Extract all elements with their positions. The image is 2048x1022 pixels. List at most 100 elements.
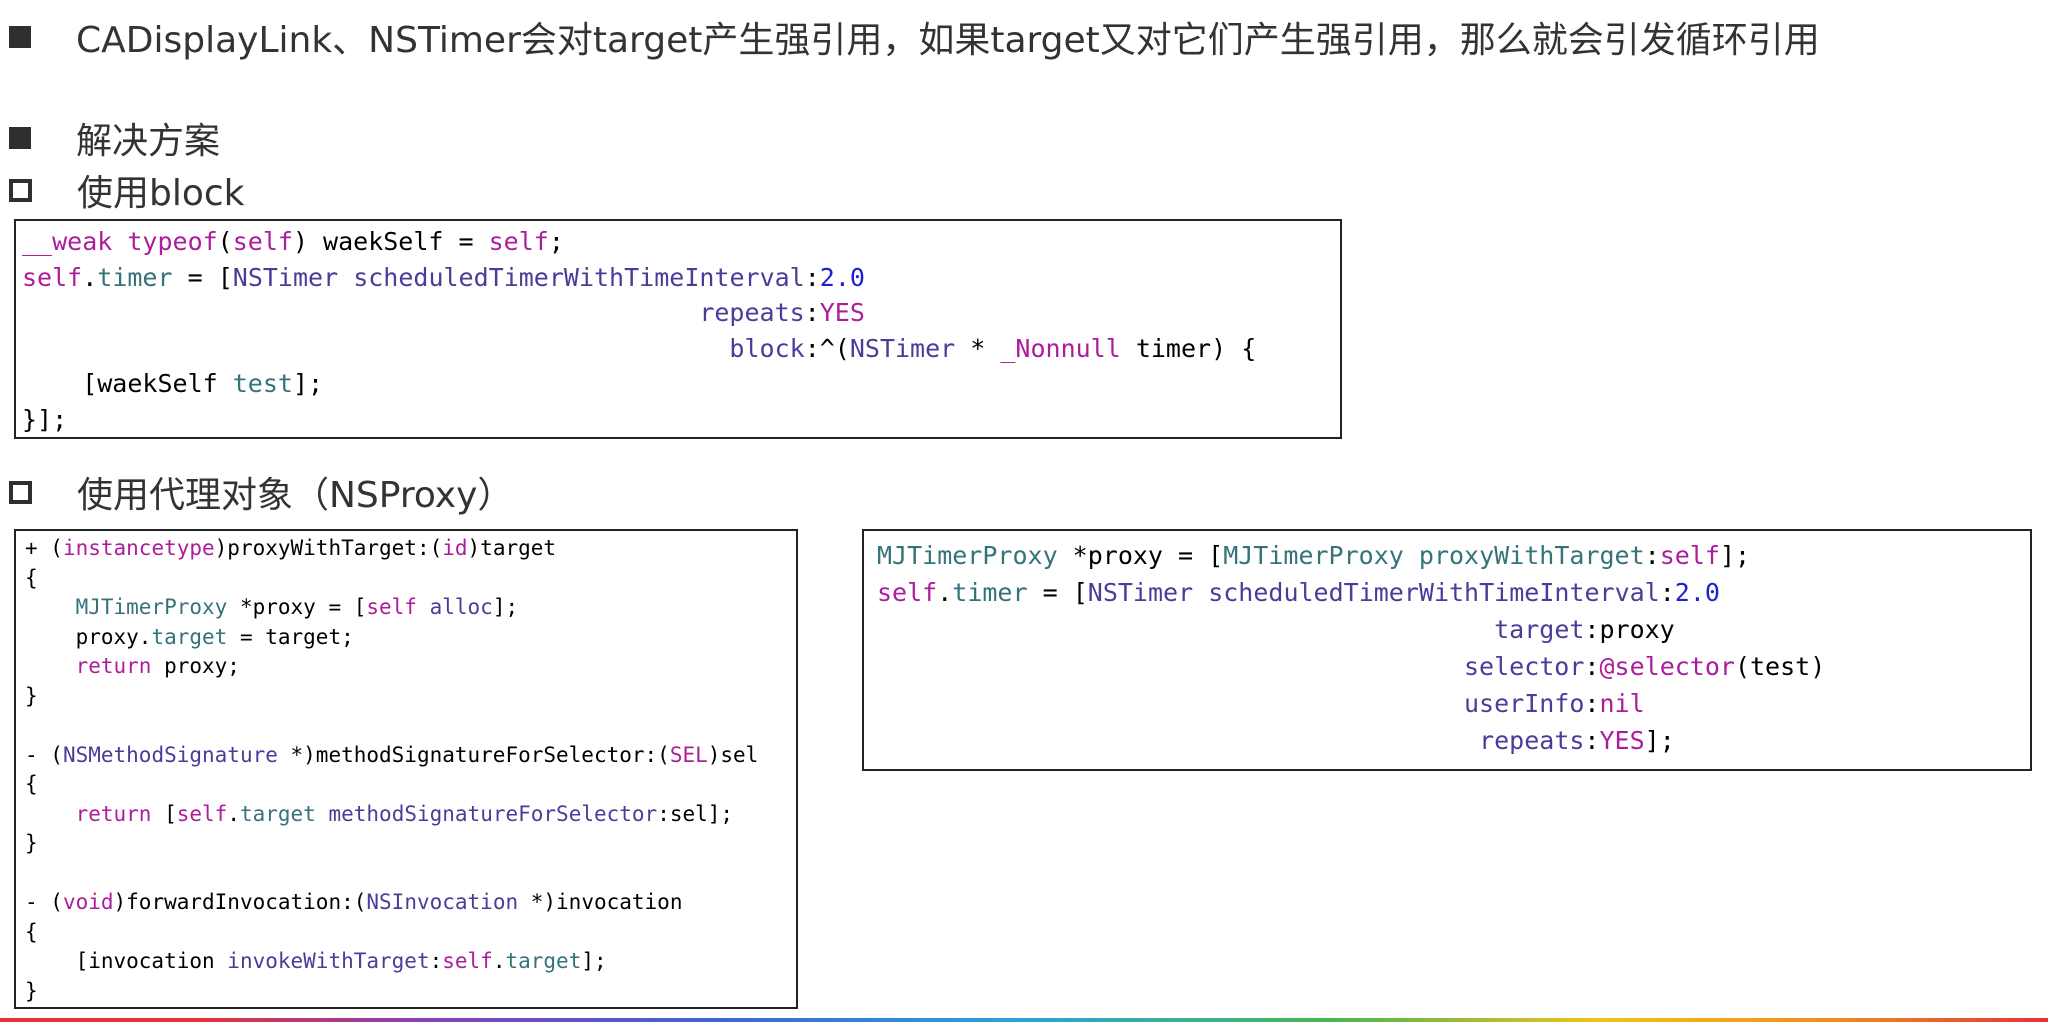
code-token: MJTimerProxy — [877, 541, 1058, 570]
code-line: [waekSelf test]; — [22, 369, 323, 398]
code-line: } — [25, 831, 38, 855]
code-token: MJTimerProxy — [1223, 541, 1404, 570]
code-token: . — [82, 262, 98, 292]
code-token: proxy. — [25, 624, 152, 649]
code-token: : — [1644, 541, 1660, 570]
code-token: target — [505, 949, 582, 973]
code-token: *)invocation — [518, 890, 683, 914]
code-token: }]; — [22, 404, 68, 434]
code-token: NSTimer — [849, 333, 956, 363]
bottom-color-stripe — [0, 1018, 2048, 1022]
code-token: NSMethodSignature — [62, 742, 278, 767]
code-token: repeats — [1479, 726, 1585, 755]
code-token: } — [25, 683, 38, 708]
code-token: NSTimer — [1087, 578, 1194, 607]
code-token: . — [937, 578, 953, 607]
code-token: [invocation — [25, 949, 228, 973]
code-token: : — [804, 262, 820, 292]
code-token: self — [176, 801, 228, 826]
code-block-proxy-usage: MJTimerProxy *proxy = [MJTimerProxy prox… — [862, 529, 2032, 771]
code-token: YES — [819, 298, 865, 327]
code-line: { — [25, 772, 38, 796]
code-token: instancetype — [62, 536, 215, 560]
code-token: ; — [548, 227, 564, 256]
code-line: { — [25, 566, 38, 590]
code-token: timer — [97, 262, 173, 292]
code-token: @selector — [1599, 652, 1735, 681]
code-line: - (NSMethodSignature *)methodSignatureFo… — [25, 743, 758, 767]
code-token: test — [232, 369, 293, 398]
code-token: *)methodSignatureForSelector:( — [277, 742, 670, 767]
code-token: - ( — [25, 890, 63, 914]
code-token: } — [25, 831, 38, 855]
code-token: * — [955, 333, 1001, 363]
code-block-proxy-implementation: + (instancetype)proxyWithTarget:(id)targ… — [14, 529, 798, 1009]
code-token: return — [75, 654, 152, 678]
code-token: _Nonnull — [1000, 333, 1121, 363]
code-token: scheduledTimerWithTimeInterval — [1208, 578, 1660, 607]
code-token: :proxy — [1584, 615, 1675, 644]
code-line: userInfo:nil — [877, 689, 1645, 718]
code-token: = target; — [227, 624, 354, 649]
code-line: target:proxy — [877, 615, 1675, 644]
heading-use-proxy-text: 使用代理对象（NSProxy） — [77, 475, 514, 516]
code-token: ( — [217, 227, 233, 256]
heading-solution: 解决方案 — [9, 115, 221, 162]
code-token: NSTimer — [232, 262, 339, 292]
code-token: block — [729, 333, 805, 363]
code-token: )proxyWithTarget:( — [214, 536, 443, 560]
code-token: self — [488, 227, 549, 256]
code-token: :^( — [804, 333, 850, 363]
code-token: = [ — [1027, 578, 1088, 607]
code-line: __weak typeof(self) waekSelf = self; — [22, 227, 564, 256]
code-line: + (instancetype)proxyWithTarget:(id)targ… — [25, 536, 556, 560]
code-line: MJTimerProxy *proxy = [self alloc]; — [25, 595, 519, 619]
code-token: __weak — [22, 227, 128, 256]
code-token: MJTimerProxy — [75, 595, 228, 619]
code-token: proxyWithTarget — [1418, 541, 1645, 570]
code-token: *proxy = [ — [227, 595, 367, 619]
code-token: - ( — [25, 742, 63, 767]
code-line: selector:@selector(test) — [877, 652, 1825, 681]
code-token: timer — [952, 578, 1028, 607]
code-token: :sel]; — [657, 801, 734, 826]
code-line: self.timer = [NSTimer scheduledTimerWith… — [877, 578, 1720, 607]
code-token: userInfo — [1464, 689, 1585, 718]
code-token: proxy; — [151, 654, 240, 678]
code-token: SEL — [669, 742, 708, 767]
code-token: return — [75, 801, 152, 826]
code-token: id — [442, 536, 468, 560]
code-token: : — [1584, 689, 1600, 718]
hollow-square-icon — [9, 480, 32, 504]
code-token: NSInvocation — [366, 890, 519, 914]
filled-square-icon — [9, 127, 31, 149]
code-line: block:^(NSTimer * _Nonnull timer) { — [22, 334, 1256, 363]
code-token: self — [22, 262, 83, 292]
code-token: self — [232, 227, 293, 256]
code-line: MJTimerProxy *proxy = [MJTimerProxy prox… — [877, 541, 1750, 570]
code-token: [ — [151, 801, 177, 826]
code-token: scheduledTimerWithTimeInterval — [353, 262, 805, 292]
code-token: ]; — [581, 949, 607, 973]
code-token: { — [25, 565, 38, 590]
code-token: : — [429, 949, 443, 973]
code-token: alloc — [429, 595, 493, 619]
code-line: [invocation invokeWithTarget:self.target… — [25, 949, 607, 973]
code-token: [waekSelf — [22, 369, 233, 398]
code-token: self — [1659, 541, 1720, 570]
heading-solution-text: 解决方案 — [76, 121, 221, 162]
code-line: proxy.target = target; — [25, 625, 354, 649]
code-line: }]; — [22, 405, 67, 434]
code-line: return proxy; — [25, 654, 240, 678]
code-line: return [self.target methodSignatureForSe… — [25, 801, 734, 826]
